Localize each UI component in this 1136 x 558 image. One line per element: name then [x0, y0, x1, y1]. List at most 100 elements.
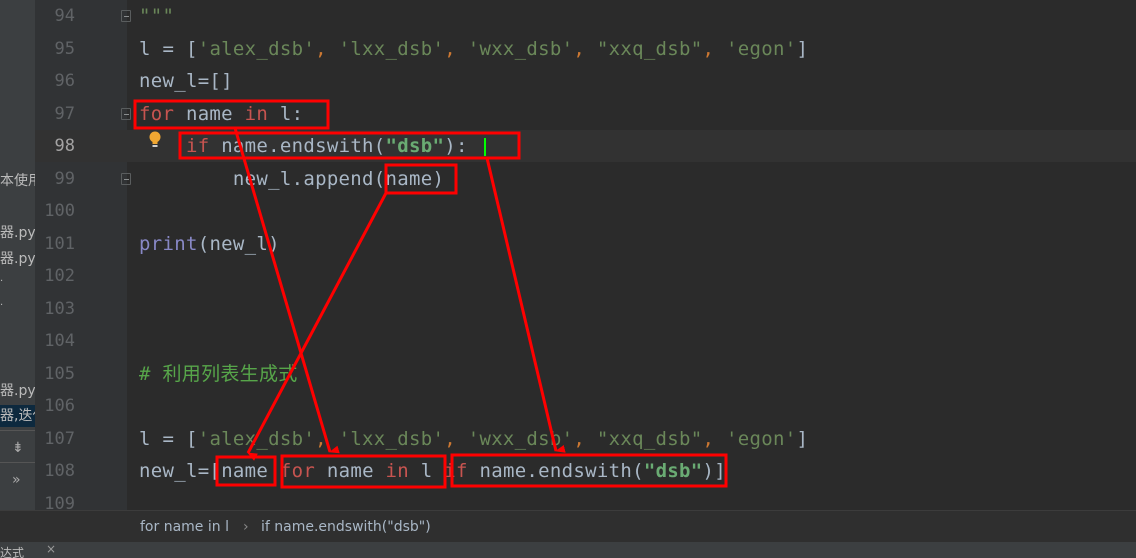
lightbulb-icon[interactable] — [148, 131, 162, 149]
code-token: 'lxx_dsb' — [338, 37, 445, 60]
code-token: 'alex_dsb' — [197, 37, 316, 60]
code-token: , — [702, 427, 726, 450]
code-token: in — [385, 460, 410, 482]
code-token: print — [139, 232, 198, 255]
code-token: for — [279, 460, 316, 482]
code-line[interactable]: 102 — [35, 260, 1136, 292]
line-number: 108 — [44, 461, 75, 481]
code-token: new_l=[] — [139, 70, 233, 92]
code-token: )] — [702, 460, 727, 482]
code-token: """ — [139, 5, 175, 27]
code-token: 'wxx_dsb' — [467, 37, 574, 60]
line-number: 107 — [44, 428, 75, 449]
code-token: , — [315, 427, 339, 450]
code-text[interactable]: new_l=[name for name in l if name.endswi… — [139, 455, 726, 487]
sidebar-fragment[interactable]: 器.py — [0, 380, 35, 400]
code-token: "dsb" — [643, 460, 703, 482]
line-number: 106 — [44, 396, 75, 416]
code-token: name.endswith( — [209, 135, 386, 157]
bottom-tab-fragment[interactable]: 达式 — [0, 544, 24, 558]
code-text[interactable]: """ — [139, 0, 174, 32]
line-number: 97 — [54, 103, 75, 124]
code-line[interactable]: 94 """ — [35, 0, 1136, 32]
line-number: 94 — [54, 6, 75, 26]
code-token: if — [185, 135, 210, 157]
code-text[interactable]: new_l=[] — [139, 65, 233, 97]
code-token: ] — [796, 37, 809, 60]
breadcrumb-separator: › — [243, 519, 249, 535]
code-token: "dsb" — [385, 135, 445, 157]
code-token: "xxq_dsb" — [596, 427, 703, 450]
breadcrumb-item[interactable]: if name.endswith("dsb") — [261, 519, 431, 535]
code-token: new_l=[ — [139, 460, 222, 482]
fold-icon[interactable] — [121, 10, 131, 22]
divider — [0, 430, 35, 431]
code-line[interactable]: 101 print(new_l) — [35, 228, 1136, 260]
code-token: ] — [796, 427, 809, 450]
code-line[interactable]: 107 l = ['alex_dsb', 'lxx_dsb', 'wxx_dsb'… — [35, 423, 1136, 455]
sidebar-fragment[interactable]: 本使用 — [0, 170, 35, 190]
code-token: , — [444, 37, 468, 60]
line-number: 105 — [44, 363, 75, 384]
code-line[interactable]: 106 — [35, 390, 1136, 422]
code-token: for — [139, 102, 175, 125]
collapse-all-icon[interactable]: ⇟ — [12, 440, 24, 456]
code-text[interactable]: # 利用列表生成式 — [139, 358, 298, 390]
sidebar-dot: · — [0, 276, 4, 287]
code-token: , — [573, 37, 597, 60]
code-line[interactable]: 99 new_l.append(name) — [35, 163, 1136, 195]
code-text[interactable]: if name.endswith("dsb"): — [139, 130, 468, 162]
sidebar-fragment[interactable]: 器.py — [0, 222, 35, 242]
code-token: 'lxx_dsb' — [338, 427, 445, 450]
sidebar-fragment[interactable]: 器.py — [0, 248, 35, 268]
code-line[interactable]: 95 l = ['alex_dsb', 'lxx_dsb', 'wxx_dsb',… — [35, 33, 1136, 65]
code-line[interactable]: 108 new_l=[name for name in l if name.end… — [35, 455, 1136, 487]
fold-icon[interactable] — [121, 107, 131, 120]
close-icon[interactable]: × — [46, 542, 56, 556]
code-text[interactable]: l = ['alex_dsb', 'lxx_dsb', 'wxx_dsb', "… — [139, 33, 808, 65]
code-line[interactable]: 96 new_l=[] — [35, 65, 1136, 97]
line-number: 100 — [44, 201, 75, 221]
code-line[interactable]: 103 — [35, 293, 1136, 325]
divider — [0, 462, 35, 463]
code-token: name — [174, 102, 245, 125]
code-text[interactable]: for name in l: — [139, 98, 303, 130]
code-text[interactable]: print(new_l) — [139, 228, 280, 260]
code-token: 'wxx_dsb' — [467, 427, 574, 450]
code-token: , — [573, 427, 597, 450]
code-token: in — [244, 102, 269, 125]
code-token: l = [ — [139, 427, 198, 450]
code-line[interactable]: 100 — [35, 195, 1136, 227]
code-token: ): — [444, 135, 468, 157]
code-line[interactable]: 97 for name in l: — [35, 98, 1136, 130]
code-token: , — [702, 37, 726, 60]
fold-icon[interactable] — [121, 172, 131, 185]
code-text[interactable]: l = ['alex_dsb', 'lxx_dsb', 'wxx_dsb', "… — [139, 423, 808, 455]
code-token: l — [409, 460, 445, 482]
code-token: name — [221, 460, 280, 482]
code-token: name — [315, 460, 386, 482]
code-token: 'egon' — [726, 37, 797, 60]
line-number: 98 — [54, 136, 75, 156]
code-token: l: — [268, 102, 304, 125]
more-icon[interactable]: » — [12, 472, 21, 488]
sidebar-fragment[interactable]: 器,迭代 — [0, 405, 35, 425]
line-number: 102 — [44, 266, 75, 286]
code-line[interactable]: 104 — [35, 325, 1136, 357]
code-token: if — [444, 460, 468, 482]
code-token: name.endswith( — [467, 460, 644, 482]
code-line[interactable]: 98 if name.endswith("dsb"): — [35, 130, 1136, 162]
code-token: "xxq_dsb" — [596, 37, 703, 60]
code-token: 'egon' — [726, 427, 797, 450]
code-line[interactable]: 105 # 利用列表生成式 — [35, 358, 1136, 390]
breadcrumb-item[interactable]: for name in l — [140, 519, 229, 535]
code-token: , — [315, 37, 339, 60]
breadcrumb: for name in l › if name.endswith("dsb") — [0, 510, 1136, 543]
line-number: 104 — [44, 331, 75, 351]
code-token: 'alex_dsb' — [197, 427, 316, 450]
project-sidebar[interactable]: 本使用 器.py 器.py 器.py 器,迭代 ⇟ » · · — [0, 0, 35, 558]
code-text[interactable]: new_l.append(name) — [139, 163, 444, 195]
line-number: 96 — [54, 71, 75, 91]
code-token: # 利用列表生成式 — [139, 362, 298, 385]
